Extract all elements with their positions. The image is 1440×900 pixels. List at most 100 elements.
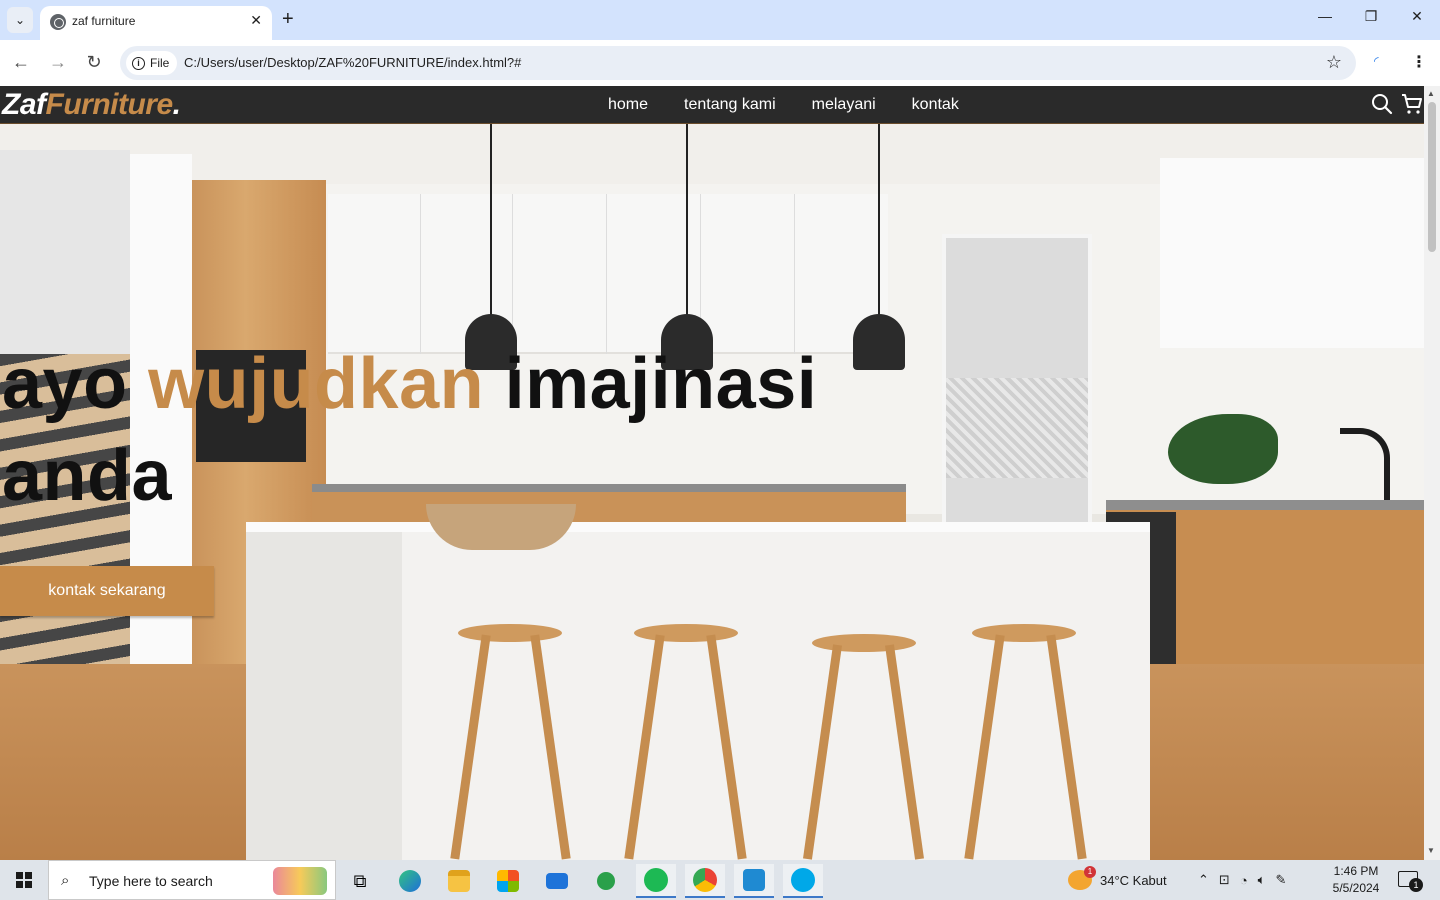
game-pass-icon xyxy=(597,872,615,890)
windows-logo-icon xyxy=(16,872,32,888)
minimize-button[interactable]: — xyxy=(1310,8,1340,24)
scroll-up-arrow-icon[interactable]: ▲ xyxy=(1427,89,1435,98)
upper-cabinets xyxy=(328,194,888,354)
weather-alert-badge: 1 xyxy=(1084,866,1096,878)
page-scrollbar[interactable]: ▲ ▼ xyxy=(1424,86,1440,860)
logo-dot: . xyxy=(172,88,181,121)
page-viewport: ZafFurniture. home tentang kami melayani… xyxy=(0,86,1424,860)
search-icon[interactable] xyxy=(1370,92,1394,116)
clock-time: 1:46 PM xyxy=(1333,864,1379,878)
site-chip-label: File xyxy=(150,56,170,70)
weather-sun-icon: 1 xyxy=(1068,866,1096,890)
cabinet-seam xyxy=(606,194,607,354)
search-icon: ⌕ xyxy=(61,872,70,889)
notification-center-icon[interactable]: 1 xyxy=(1398,871,1423,892)
taskbar-app-skype[interactable] xyxy=(783,864,823,898)
nav-link-kontak[interactable]: kontak xyxy=(912,96,959,114)
chevron-down-icon: ⌄ xyxy=(14,13,26,27)
taskbar-app-vscode[interactable] xyxy=(734,864,774,898)
edge-icon xyxy=(399,870,421,892)
bookmark-star-icon[interactable]: ☆ xyxy=(1326,52,1342,73)
site-navbar: ZafFurniture. home tentang kami melayani… xyxy=(0,86,1424,124)
taskbar-app-spotify[interactable] xyxy=(636,864,676,898)
taskbar-search-placeholder: Type here to search xyxy=(89,873,213,889)
url-text[interactable]: C:/Users/user/Desktop/ZAF%20FURNITURE/in… xyxy=(184,55,521,70)
tray-overflow-chevron-icon[interactable]: ⌃ xyxy=(1198,872,1209,888)
plant xyxy=(1168,414,1278,484)
globe-icon xyxy=(50,14,66,30)
taskbar-app-file-explorer[interactable] xyxy=(439,864,479,898)
site-logo[interactable]: ZafFurniture. xyxy=(2,88,181,122)
new-tab-button[interactable]: + xyxy=(282,8,294,30)
tab-search-button[interactable]: ⌄ xyxy=(7,7,33,33)
reload-icon[interactable]: ↻ xyxy=(83,52,105,73)
taskbar-app-mail[interactable] xyxy=(537,864,577,898)
mail-icon xyxy=(546,873,568,889)
right-upper-cabinets xyxy=(1160,158,1424,348)
system-tray: ⌃ ⊡ ◔ 🔈︎ ✎ xyxy=(1198,860,1286,900)
device-icon[interactable]: ⊡ xyxy=(1219,872,1230,888)
hero-word-accent: wujudkan xyxy=(148,344,485,424)
logo-main: Zaf xyxy=(2,88,46,121)
browser-tab[interactable]: zaf furniture ✕ xyxy=(40,6,272,40)
weather-widget[interactable]: 1 34°C Kabut xyxy=(1068,860,1167,900)
folder-icon xyxy=(448,870,470,892)
bar-stool-seat xyxy=(458,624,562,642)
scroll-thumb[interactable] xyxy=(1428,102,1436,252)
scroll-down-arrow-icon[interactable]: ▼ xyxy=(1427,846,1435,855)
hero-word-ayo: ayo xyxy=(2,344,149,424)
spotify-icon xyxy=(644,868,668,892)
hero-word-imajinasi: imajinasi xyxy=(484,344,818,424)
forward-arrow-icon[interactable]: → xyxy=(47,52,69,73)
address-bar[interactable]: i File C:/Users/user/Desktop/ZAF%20FURNI… xyxy=(120,46,1356,80)
windows-taskbar: ⌕ Type here to search ⧉ 1 34°C Kabut ⌃ ⊡… xyxy=(0,860,1440,900)
nav-link-home[interactable]: home xyxy=(608,96,648,114)
contact-now-button[interactable]: kontak sekarang xyxy=(0,566,214,616)
pen-icon[interactable]: ✎ xyxy=(1275,872,1286,888)
clock-date: 5/5/2024 xyxy=(1332,881,1380,895)
taskbar-app-chrome[interactable] xyxy=(685,864,725,898)
chrome-icon xyxy=(693,868,717,892)
maximize-button[interactable]: ❐ xyxy=(1356,8,1386,25)
bar-stool-seat xyxy=(634,624,738,642)
start-button[interactable] xyxy=(0,860,48,900)
site-info-chip[interactable]: i File xyxy=(126,51,178,75)
taskbar-app-store[interactable] xyxy=(488,864,528,898)
search-highlight-image xyxy=(273,867,327,895)
wifi-icon[interactable]: ◔ xyxy=(1240,873,1248,888)
taskbar-app-edge[interactable] xyxy=(390,864,430,898)
tab-close-button[interactable]: ✕ xyxy=(250,12,262,29)
nav-link-melayani[interactable]: melayani xyxy=(812,96,876,114)
taskbar-app-game-pass[interactable] xyxy=(586,864,626,898)
volume-icon[interactable]: 🔈︎ xyxy=(1258,872,1266,888)
nav-links: home tentang kami melayani kontak xyxy=(608,96,959,114)
nav-icons xyxy=(1370,92,1424,116)
tile-backsplash xyxy=(946,378,1088,478)
extension-icon[interactable]: ◜ xyxy=(1374,54,1379,68)
logo-accent: Furniture xyxy=(45,88,174,121)
taskbar-search-box[interactable]: ⌕ Type here to search xyxy=(48,860,336,900)
shopping-cart-icon[interactable] xyxy=(1400,92,1424,116)
store-icon xyxy=(497,870,519,892)
weather-text: 34°C Kabut xyxy=(1100,872,1167,888)
cabinet-seam xyxy=(420,194,421,354)
bar-stool-seat xyxy=(972,624,1076,642)
vscode-icon xyxy=(743,869,765,891)
hero-title: ayo wujudkan imajinasi anda xyxy=(2,338,922,522)
browser-toolbar: ← → ↻ i File C:/Users/user/Desktop/ZAF%2… xyxy=(0,40,1440,86)
hero-word-anda: anda xyxy=(2,436,173,516)
pendant-cord xyxy=(878,124,880,320)
back-arrow-icon[interactable]: ← xyxy=(10,52,32,73)
tab-title: zaf furniture xyxy=(72,14,136,28)
cabinet-seam xyxy=(794,194,795,354)
pendant-cord xyxy=(686,124,688,320)
browser-menu-icon[interactable]: ⋮ xyxy=(1411,52,1427,72)
pendant-cord xyxy=(490,124,492,320)
taskbar-clock[interactable]: 1:46 PM 5/5/2024 xyxy=(1326,863,1386,897)
task-view-button[interactable]: ⧉ xyxy=(340,864,380,898)
close-window-button[interactable]: ✕ xyxy=(1402,8,1432,25)
bar-stool-seat xyxy=(812,634,916,652)
nav-link-tentang-kami[interactable]: tentang kami xyxy=(684,96,776,114)
island-side xyxy=(246,532,402,860)
doorway xyxy=(942,234,1092,544)
